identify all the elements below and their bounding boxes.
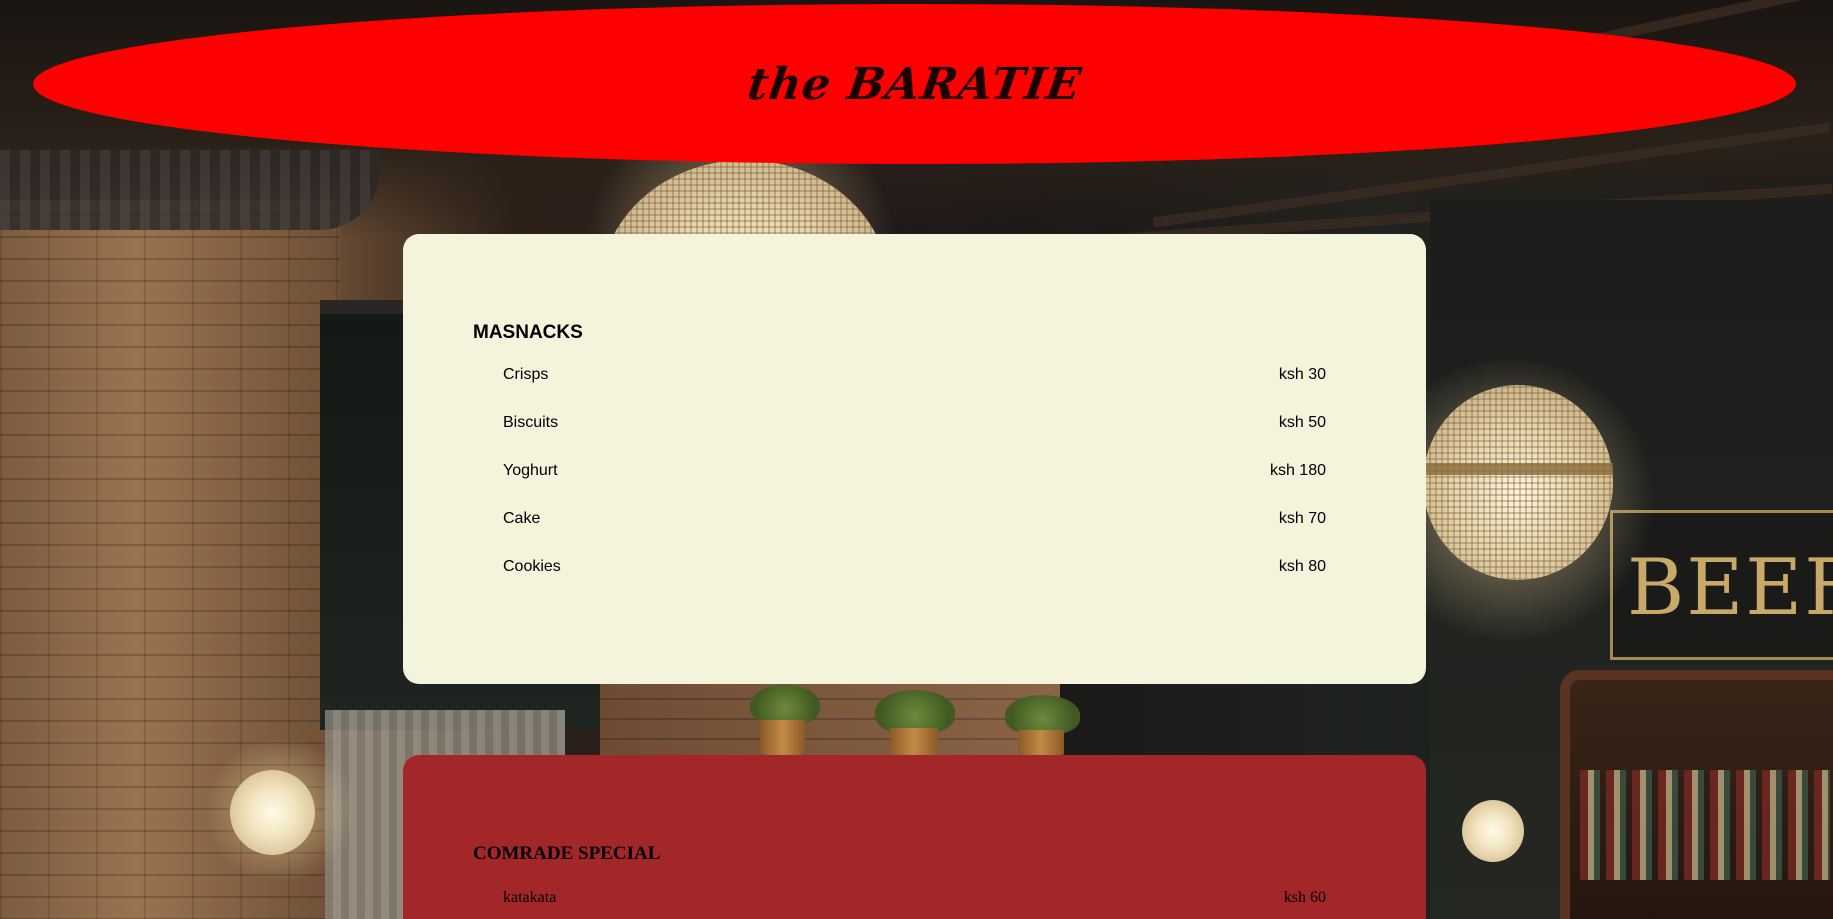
- menu-list: Crisps ksh 30 Biscuits ksh 50 Yoghurt ks…: [473, 366, 1356, 606]
- item-price: ksh 80: [1278, 558, 1326, 575]
- menu-card-masnacks: MASNACKS Crisps ksh 30 Biscuits ksh 50 Y…: [403, 234, 1426, 684]
- item-price: ksh 180: [1269, 462, 1326, 479]
- wall-sconce: [1462, 800, 1524, 862]
- item-name: Crisps: [503, 366, 549, 383]
- lamp-band: [1423, 463, 1613, 475]
- menu-item: Cake ksh 70: [473, 510, 1356, 558]
- section-title: MASNACKS: [473, 322, 583, 343]
- item-name: Yoghurt: [503, 462, 558, 479]
- pot: [890, 728, 938, 758]
- wall-sconce: [230, 770, 315, 855]
- plant: [1005, 695, 1080, 735]
- section-title: COMRADE SPECIAL: [473, 843, 661, 864]
- air-duct: [0, 150, 380, 230]
- item-price: ksh 60: [1283, 889, 1326, 906]
- item-name: Cake: [503, 510, 541, 527]
- menu-item: Yoghurt ksh 180: [473, 462, 1356, 510]
- pot: [1018, 730, 1064, 758]
- plant: [750, 685, 820, 725]
- menu-card-comrade-special: COMRADE SPECIAL katakata ksh 60: [403, 755, 1426, 919]
- item-name: Cookies: [503, 558, 561, 575]
- item-price: ksh 70: [1278, 510, 1326, 527]
- menu-list: katakata ksh 60: [473, 889, 1356, 919]
- item-name: katakata: [503, 889, 557, 906]
- item-name: Biscuits: [503, 414, 559, 431]
- item-price: ksh 30: [1278, 366, 1326, 383]
- menu-item: Cookies ksh 80: [473, 558, 1356, 606]
- site-header: the BARATIE: [33, 4, 1796, 164]
- bottles: [1580, 770, 1830, 880]
- menu-item: katakata ksh 60: [473, 889, 1356, 919]
- item-price: ksh 50: [1278, 414, 1326, 431]
- menu-item: Crisps ksh 30: [473, 366, 1356, 414]
- pendant-lamp: [1423, 385, 1613, 580]
- pot: [760, 720, 805, 755]
- menu-item: Biscuits ksh 50: [473, 414, 1356, 462]
- brand-logo: the BARATIE: [744, 58, 1085, 110]
